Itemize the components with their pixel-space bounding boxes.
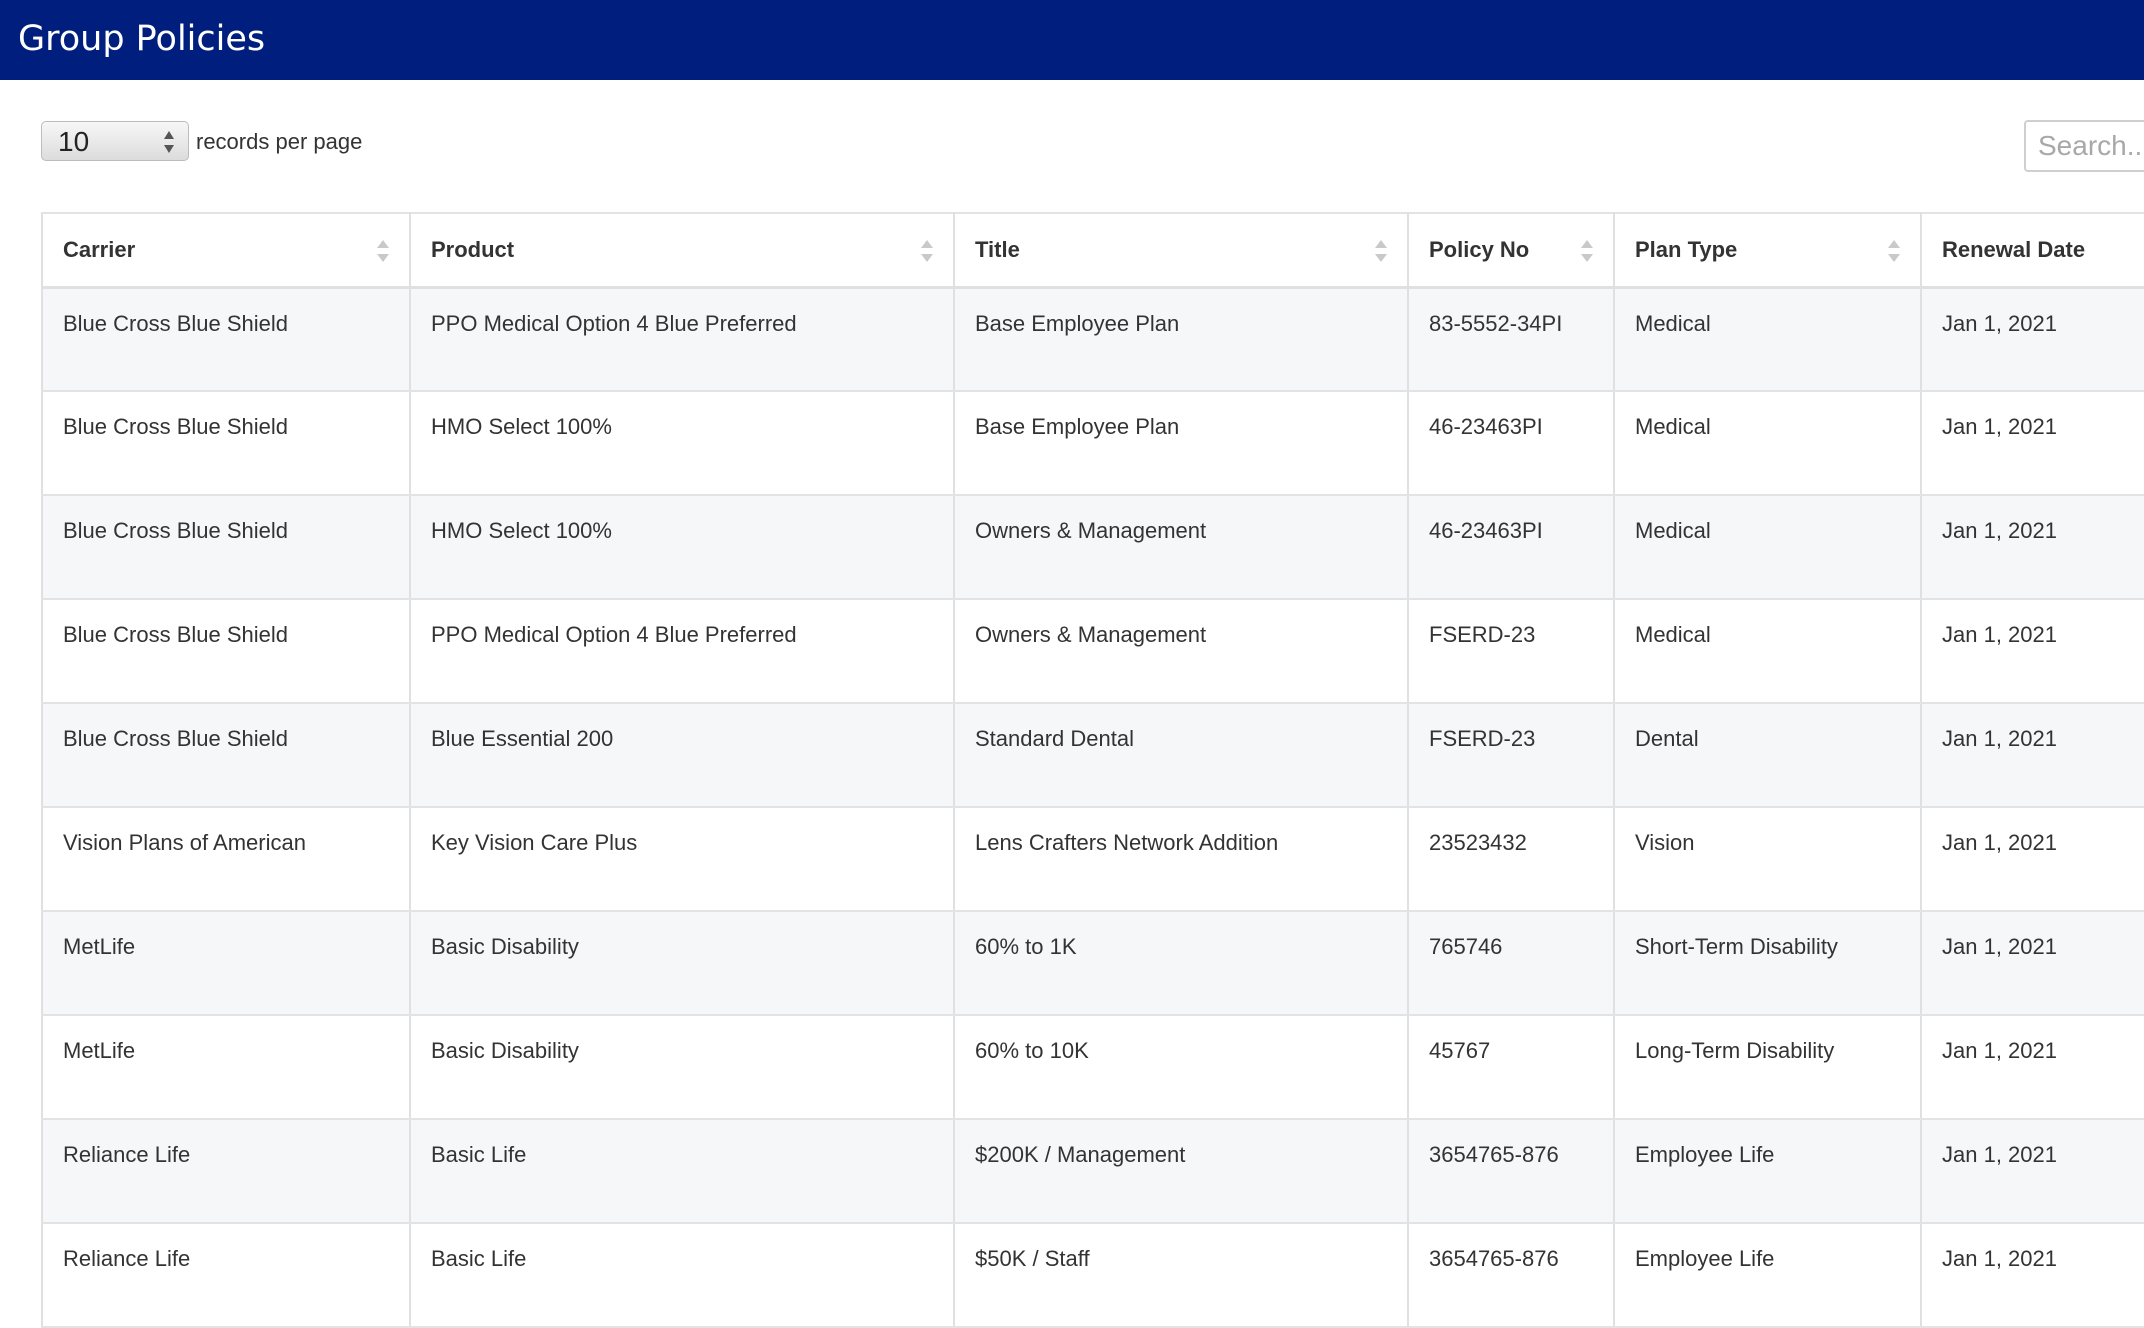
cell-carrier: Blue Cross Blue Shield (41, 495, 411, 600)
up-down-arrows-icon (164, 131, 174, 153)
cell-carrier: Reliance Life (41, 1223, 411, 1328)
table-row[interactable]: MetLife Basic Disability 60% to 10K 4576… (41, 1015, 2144, 1120)
column-header-plan-type[interactable]: Plan Type (1613, 212, 1922, 289)
sort-both-icon (1375, 240, 1387, 262)
cell-plan-type: Vision (1613, 807, 1922, 912)
cell-title: 60% to 10K (953, 1015, 1409, 1120)
table-row[interactable]: MetLife Basic Disability 60% to 1K 76574… (41, 911, 2144, 1016)
column-header-label: Policy No (1429, 236, 1530, 262)
cell-plan-type: Medical (1613, 391, 1922, 496)
app-header: Group Policies (0, 0, 2144, 80)
cell-carrier: Blue Cross Blue Shield (41, 391, 411, 496)
cell-policy-no: 3654765-876 (1407, 1223, 1615, 1328)
table-row[interactable]: Vision Plans of American Key Vision Care… (41, 807, 2144, 912)
cell-title: 60% to 1K (953, 911, 1409, 1016)
cell-product: Blue Essential 200 (409, 703, 955, 808)
page-title: Group Policies (18, 19, 266, 59)
cell-product: Key Vision Care Plus (409, 807, 955, 912)
column-header-carrier[interactable]: Carrier (41, 212, 411, 289)
table-row[interactable]: Reliance Life Basic Life $50K / Staff 36… (41, 1223, 2144, 1328)
cell-carrier: Reliance Life (41, 1119, 411, 1224)
cell-policy-no: FSERD-23 (1407, 599, 1615, 704)
cell-product: Basic Disability (409, 911, 955, 1016)
cell-renewal-date: Jan 1, 2021 (1920, 287, 2144, 392)
column-header-title[interactable]: Title (953, 212, 1409, 289)
cell-plan-type: Medical (1613, 599, 1922, 704)
cell-title: Owners & Management (953, 495, 1409, 600)
cell-renewal-date: Jan 1, 2021 (1920, 1015, 2144, 1120)
policies-table: Carrier Product Title Policy No Plan Typ… (41, 212, 2144, 1328)
cell-title: $200K / Management (953, 1119, 1409, 1224)
table-row[interactable]: Blue Cross Blue Shield PPO Medical Optio… (41, 599, 2144, 704)
cell-product: Basic Disability (409, 1015, 955, 1120)
column-header-label: Title (975, 236, 1020, 262)
cell-plan-type: Medical (1613, 495, 1922, 600)
table-header-row: Carrier Product Title Policy No Plan Typ… (41, 212, 2144, 289)
cell-renewal-date: Jan 1, 2021 (1920, 1119, 2144, 1224)
column-header-label: Plan Type (1635, 236, 1738, 262)
cell-renewal-date: Jan 1, 2021 (1920, 807, 2144, 912)
column-header-label: Renewal Date (1942, 236, 2086, 262)
cell-plan-type: Medical (1613, 287, 1922, 392)
sort-both-icon (377, 240, 389, 262)
cell-product: HMO Select 100% (409, 495, 955, 600)
cell-carrier: MetLife (41, 1015, 411, 1120)
sort-both-icon (921, 240, 933, 262)
cell-carrier: Blue Cross Blue Shield (41, 599, 411, 704)
cell-plan-type: Long-Term Disability (1613, 1015, 1922, 1120)
sort-both-icon (1888, 240, 1900, 262)
cell-title: Base Employee Plan (953, 287, 1409, 392)
cell-title: $50K / Staff (953, 1223, 1409, 1328)
table-row[interactable]: Blue Cross Blue Shield HMO Select 100% O… (41, 495, 2144, 600)
cell-product: PPO Medical Option 4 Blue Preferred (409, 287, 955, 392)
cell-product: PPO Medical Option 4 Blue Preferred (409, 599, 955, 704)
column-header-renewal-date[interactable]: Renewal Date (1920, 212, 2144, 289)
cell-plan-type: Dental (1613, 703, 1922, 808)
sort-both-icon (1581, 240, 1593, 262)
cell-plan-type: Short-Term Disability (1613, 911, 1922, 1016)
cell-renewal-date: Jan 1, 2021 (1920, 599, 2144, 704)
page-size-value: 10 (58, 126, 90, 157)
column-header-product[interactable]: Product (409, 212, 955, 289)
cell-policy-no: 23523432 (1407, 807, 1615, 912)
cell-renewal-date: Jan 1, 2021 (1920, 703, 2144, 808)
cell-policy-no: 46-23463PI (1407, 391, 1615, 496)
cell-title: Lens Crafters Network Addition (953, 807, 1409, 912)
cell-title: Base Employee Plan (953, 391, 1409, 496)
cell-product: HMO Select 100% (409, 391, 955, 496)
cell-plan-type: Employee Life (1613, 1119, 1922, 1224)
cell-product: Basic Life (409, 1223, 955, 1328)
cell-product: Basic Life (409, 1119, 955, 1224)
cell-renewal-date: Jan 1, 2021 (1920, 495, 2144, 600)
column-header-policy-no[interactable]: Policy No (1407, 212, 1615, 289)
cell-carrier: Vision Plans of American (41, 807, 411, 912)
column-header-label: Product (431, 236, 515, 262)
table-row[interactable]: Blue Cross Blue Shield Blue Essential 20… (41, 703, 2144, 808)
cell-policy-no: FSERD-23 (1407, 703, 1615, 808)
table-row[interactable]: Blue Cross Blue Shield HMO Select 100% B… (41, 391, 2144, 496)
cell-renewal-date: Jan 1, 2021 (1920, 1223, 2144, 1328)
cell-policy-no: 3654765-876 (1407, 1119, 1615, 1224)
cell-title: Standard Dental (953, 703, 1409, 808)
search-input[interactable] (2024, 120, 2144, 172)
cell-carrier: Blue Cross Blue Shield (41, 703, 411, 808)
cell-policy-no: 45767 (1407, 1015, 1615, 1120)
cell-carrier: Blue Cross Blue Shield (41, 287, 411, 392)
cell-carrier: MetLife (41, 911, 411, 1016)
cell-policy-no: 83-5552-34PI (1407, 287, 1615, 392)
table-row[interactable]: Blue Cross Blue Shield PPO Medical Optio… (41, 287, 2144, 392)
cell-policy-no: 765746 (1407, 911, 1615, 1016)
cell-renewal-date: Jan 1, 2021 (1920, 391, 2144, 496)
table-row[interactable]: Reliance Life Basic Life $200K / Managem… (41, 1119, 2144, 1224)
cell-title: Owners & Management (953, 599, 1409, 704)
cell-policy-no: 46-23463PI (1407, 495, 1615, 600)
page-size-select[interactable]: 10 (41, 121, 189, 161)
records-per-page-label: records per page (196, 129, 363, 154)
table-controls: 10 records per page (0, 80, 2144, 210)
cell-plan-type: Employee Life (1613, 1223, 1922, 1328)
cell-renewal-date: Jan 1, 2021 (1920, 911, 2144, 1016)
column-header-label: Carrier (63, 236, 136, 262)
